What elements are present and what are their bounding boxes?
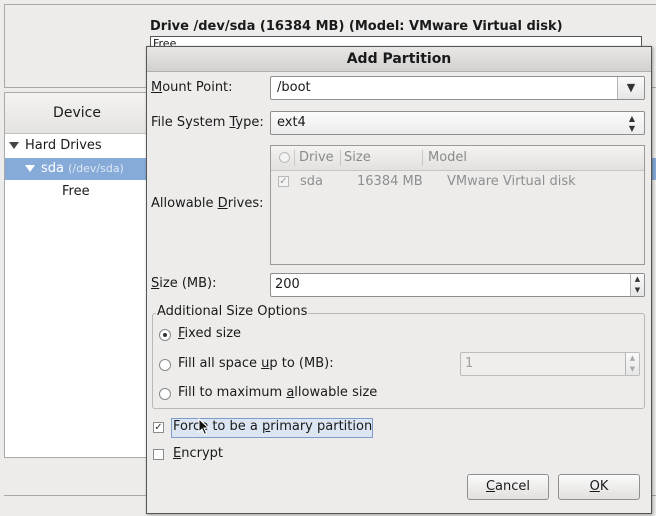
table-header: Drive Size Model: [271, 146, 644, 171]
primary-partition-checkbox[interactable]: ✓: [153, 422, 164, 433]
expander-icon[interactable]: [25, 165, 35, 172]
tree-item-free[interactable]: Free: [5, 181, 149, 203]
select-all-radio[interactable]: [279, 152, 290, 163]
tree-item-sda[interactable]: sda (/dev/sda): [5, 158, 149, 180]
device-column-header[interactable]: Device: [5, 93, 149, 134]
drive-checkbox[interactable]: ✓: [278, 176, 289, 187]
allowable-drives-label: Allowable Drives:: [151, 196, 264, 211]
fs-type-value: ext4: [277, 115, 306, 130]
mount-point-value[interactable]: /boot: [277, 77, 311, 99]
updown-arrows-icon[interactable]: ▲ ▼: [620, 112, 644, 134]
spin-buttons[interactable]: ▲ ▼: [630, 274, 644, 296]
mouse-cursor-icon: [198, 418, 210, 436]
column-model[interactable]: Model: [428, 146, 467, 170]
size-spinbox[interactable]: 200 ▲ ▼: [270, 273, 645, 297]
column-drive[interactable]: Drive: [299, 146, 334, 170]
size-value[interactable]: 200: [275, 274, 300, 296]
fill-max-radio[interactable]: [159, 388, 171, 400]
size-label: Size (MB):: [151, 276, 217, 291]
encrypt-label[interactable]: Encrypt: [173, 446, 223, 461]
ok-button[interactable]: OK: [558, 474, 640, 500]
mount-point-label: Mount Point:: [151, 80, 233, 95]
drive-title: Drive /dev/sda (16384 MB) (Model: VMware…: [150, 19, 563, 34]
mount-point-combo[interactable]: /boot ▼: [270, 76, 645, 100]
fixed-size-label[interactable]: Fixed size: [178, 326, 241, 341]
fs-type-label: File System Type:: [151, 115, 264, 130]
add-partition-dialog: Add Partition Mount Point: /boot ▼ File …: [146, 46, 652, 514]
encrypt-checkbox[interactable]: [153, 449, 164, 460]
fill-up-to-value: 1: [465, 356, 474, 371]
fill-up-to-spinbox[interactable]: 1 ▲ ▼: [460, 352, 640, 376]
fill-up-to-label[interactable]: Fill all space up to (MB):: [178, 356, 334, 371]
expander-icon[interactable]: [9, 142, 19, 149]
fixed-size-radio[interactable]: [159, 329, 171, 341]
additional-size-legend: Additional Size Options: [156, 304, 309, 319]
fs-type-select[interactable]: ext4 ▲ ▼: [270, 111, 645, 135]
fill-up-to-radio[interactable]: [159, 359, 171, 371]
tree-item-hard-drives[interactable]: Hard Drives: [5, 135, 149, 157]
allowable-drives-table[interactable]: Drive Size Model ✓ sda 16384 MB VMware V…: [270, 145, 645, 265]
spin-buttons[interactable]: ▲ ▼: [625, 353, 639, 375]
cancel-button[interactable]: Cancel: [467, 474, 549, 500]
dialog-title: Add Partition: [147, 47, 651, 72]
column-size[interactable]: Size: [344, 146, 371, 170]
fill-max-label[interactable]: Fill to maximum allowable size: [178, 385, 377, 400]
chevron-down-icon[interactable]: ▼: [617, 77, 644, 99]
